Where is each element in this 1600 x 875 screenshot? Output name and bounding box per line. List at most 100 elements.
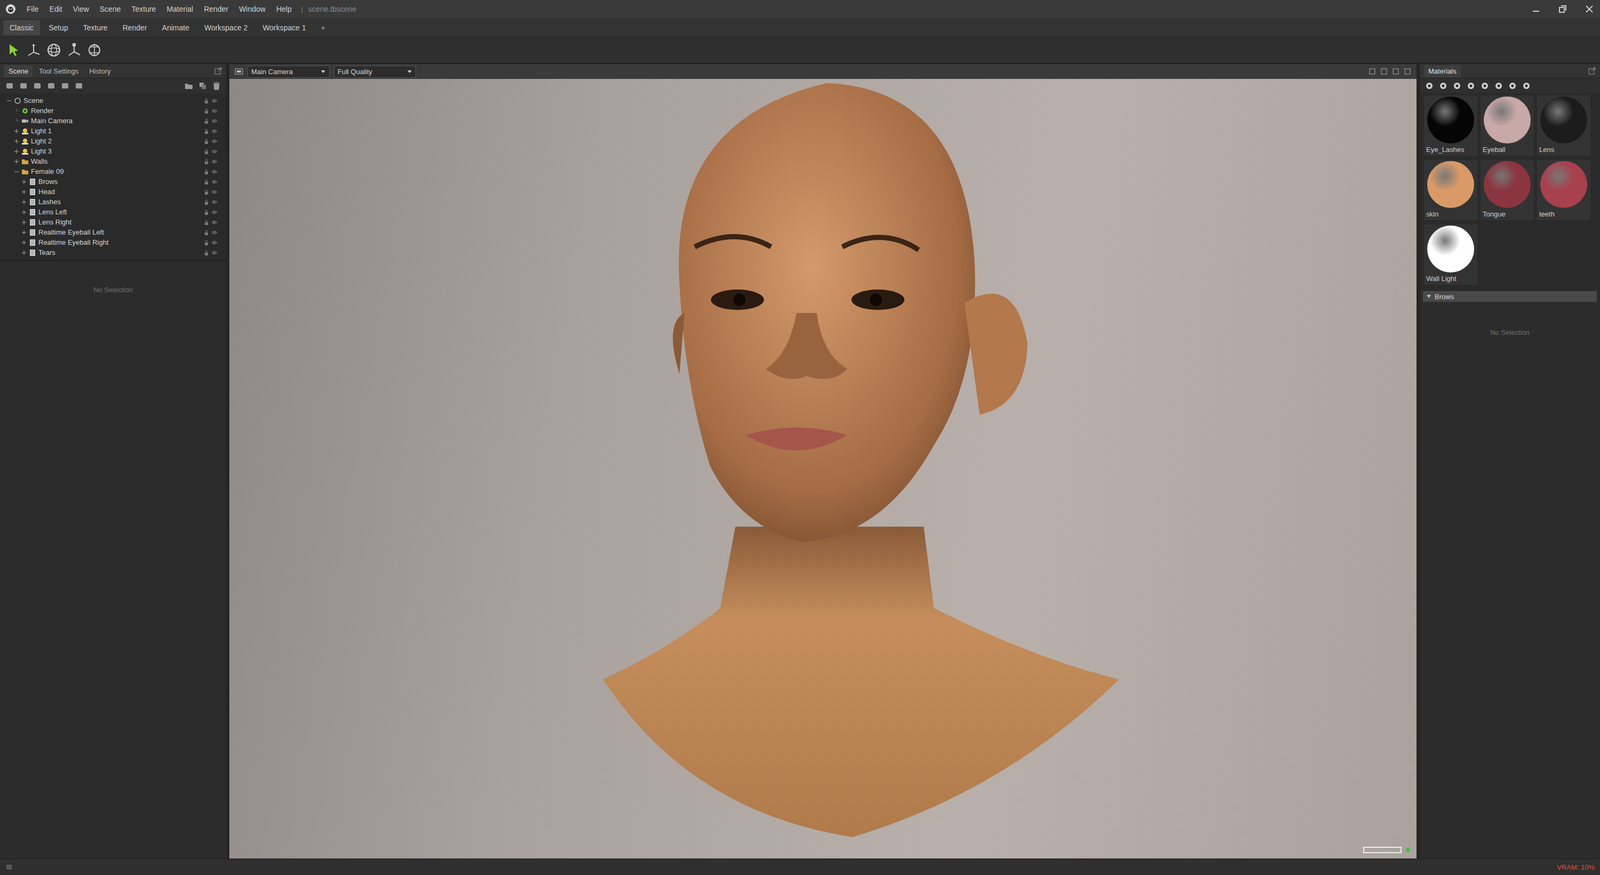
visibility-eye-icon[interactable] [211,250,218,256]
menu-item[interactable]: File [22,2,44,16]
tree-row[interactable]: Head [0,186,227,197]
material-tool-icon[interactable] [1508,81,1517,91]
pivot-gizmo-icon[interactable] [86,42,103,59]
visibility-eye-icon[interactable] [211,229,218,236]
popout-icon[interactable] [1588,67,1596,75]
quality-dropdown[interactable]: Full Quality [333,65,416,78]
material-card[interactable]: skin [1424,160,1478,221]
workspace-tab[interactable]: Workspace 2 [197,20,254,36]
popout-icon[interactable] [214,67,222,75]
menu-item[interactable]: Edit [45,2,67,16]
workspace-tab[interactable]: Animate [155,20,196,36]
lock-icon[interactable] [203,209,210,215]
scale-gizmo-icon[interactable] [66,42,83,59]
lock-icon[interactable] [203,118,210,124]
tree-row[interactable]: Light 1 [0,125,227,136]
material-card[interactable]: Lens [1537,95,1591,156]
collapse-icon[interactable] [6,98,12,104]
workspace-tab[interactable]: Texture [76,20,115,36]
visibility-eye-icon[interactable] [211,219,218,226]
tree-row[interactable]: Light 3 [0,146,227,157]
tree-row[interactable]: Lens Left [0,206,227,218]
expand-icon[interactable] [13,158,20,165]
lock-icon[interactable] [203,98,210,104]
select-arrow-icon[interactable] [5,42,22,59]
collapse-arrow-icon[interactable] [1426,293,1432,300]
material-card[interactable]: Tongue [1480,160,1534,221]
panel-tab[interactable]: History [84,65,115,78]
expand-icon[interactable] [21,209,27,215]
viewport-option-icon[interactable] [1368,67,1376,76]
menu-item[interactable]: Window [234,2,270,16]
material-card[interactable]: Eyeball [1480,95,1534,156]
material-tool-icon[interactable] [1494,81,1503,91]
material-tool-icon[interactable] [1438,81,1448,91]
material-tool-icon[interactable] [1466,81,1476,91]
materials-tab[interactable]: Materials [1424,65,1461,78]
viewport-menu-icon[interactable] [234,67,244,76]
visibility-eye-icon[interactable] [211,189,218,195]
add-object-icon[interactable] [33,81,42,91]
tree-line-icon[interactable] [13,108,20,114]
expand-icon[interactable] [13,138,20,144]
add-object-icon[interactable] [19,81,28,91]
workspace-tab[interactable]: Classic [3,20,40,36]
rotate-gizmo-icon[interactable] [45,42,62,59]
material-tool-icon[interactable] [1425,81,1434,91]
tree-row[interactable]: Female 09 [0,166,227,177]
visibility-eye-icon[interactable] [211,169,218,175]
lock-icon[interactable] [203,169,210,175]
expand-icon[interactable] [21,199,27,205]
move-gizmo-icon[interactable] [25,42,42,59]
restore-icon[interactable] [1557,3,1568,15]
tree-row[interactable]: Brows [0,176,227,187]
menu-item[interactable]: Texture [126,2,160,16]
material-card[interactable]: teeth [1537,160,1591,221]
lock-icon[interactable] [203,250,210,256]
expand-icon[interactable] [21,240,27,246]
visibility-eye-icon[interactable] [211,209,218,215]
close-icon[interactable] [1584,3,1595,15]
tree-row[interactable]: Scene [0,95,227,106]
expand-icon[interactable] [21,189,27,195]
visibility-eye-icon[interactable] [211,98,218,104]
viewport-option-icon[interactable] [1392,67,1400,76]
lock-icon[interactable] [203,189,210,195]
workspace-tab[interactable]: Render [116,20,154,36]
menu-item[interactable]: View [68,2,94,16]
visibility-eye-icon[interactable] [211,158,218,165]
workspace-tab[interactable]: Workspace 1 [256,20,312,36]
tree-row[interactable]: Light 2 [0,136,227,147]
add-object-icon[interactable] [5,81,14,91]
material-group-bar[interactable]: Brows [1422,291,1597,302]
lock-icon[interactable] [203,229,210,236]
collapse-icon[interactable] [13,169,20,175]
visibility-eye-icon[interactable] [211,108,218,114]
menu-item[interactable]: Help [272,2,296,16]
viewport-option-icon[interactable] [1380,67,1388,76]
add-object-icon[interactable] [60,81,70,91]
lock-icon[interactable] [203,240,210,246]
visibility-eye-icon[interactable] [211,128,218,134]
expand-icon[interactable] [13,148,20,155]
log-icon[interactable] [5,863,13,871]
viewport-option-icon[interactable] [1403,67,1412,76]
lock-icon[interactable] [203,158,210,165]
material-card[interactable]: Eye_Lashes [1424,95,1478,156]
expand-icon[interactable] [13,128,20,134]
add-workspace-button[interactable]: + [314,20,332,36]
add-object-icon[interactable] [74,81,84,91]
material-card[interactable]: Wall Light [1424,224,1478,285]
lock-icon[interactable] [203,108,210,114]
lock-icon[interactable] [203,219,210,226]
tree-row[interactable]: Realtime Eyeball Right [0,237,227,248]
tree-row[interactable]: Realtime Eyeball Left [0,227,227,238]
trash-icon[interactable] [212,81,221,91]
visibility-eye-icon[interactable] [211,179,218,185]
menu-item[interactable]: Material [162,2,198,16]
tree-row[interactable]: Tears [0,247,227,258]
visibility-eye-icon[interactable] [211,148,218,155]
menu-item[interactable]: Scene [95,2,126,16]
duplicate-icon[interactable] [198,81,207,91]
expand-icon[interactable] [21,179,27,185]
